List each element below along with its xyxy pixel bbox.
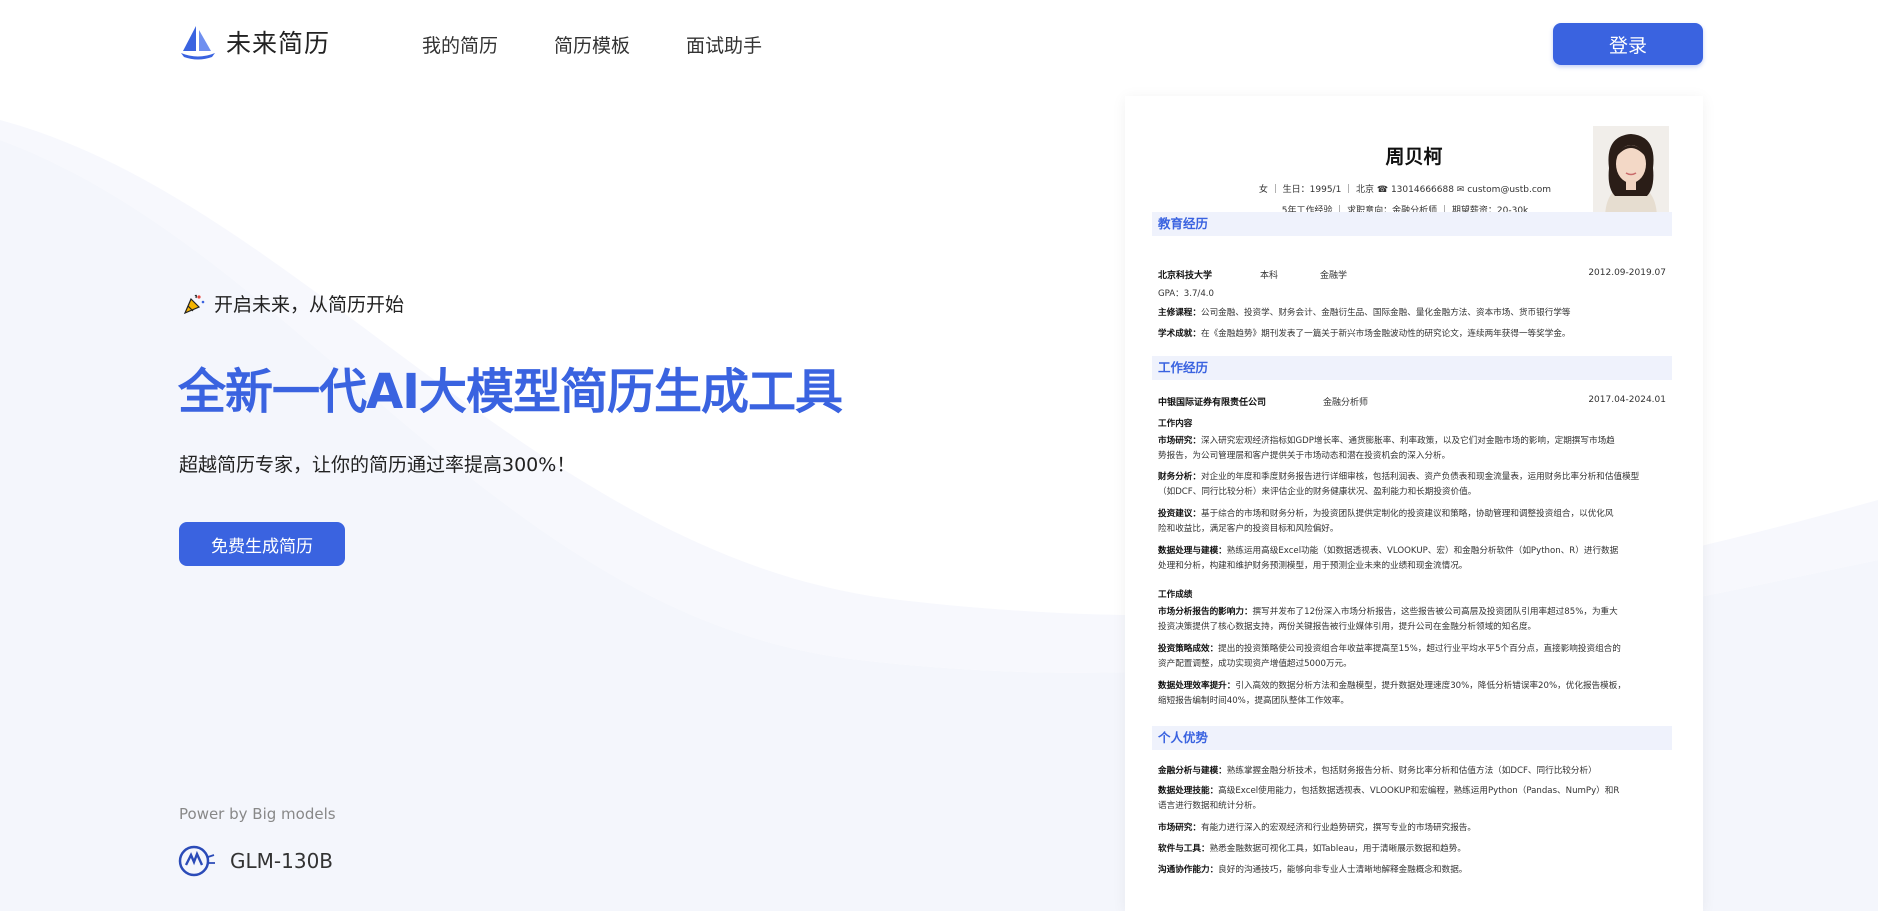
party-popper-icon	[183, 294, 205, 314]
strength-text-cont: 语言进行数据和统计分析。	[1158, 800, 1262, 811]
work-item: 投资建议：基于综合的市场和财务分析，为投资团队提供定制化的投资建议和策略，协助管…	[1158, 507, 1666, 536]
item-label: 数据处理与建模：	[1158, 546, 1227, 556]
glm-logo-icon	[178, 845, 215, 877]
item-text-cont: （如DCF、同行比较分析）来评估企业的财务健康状况、盈利能力和长期投资价值。	[1158, 486, 1477, 497]
strength-label: 市场研究：	[1158, 823, 1201, 833]
result-text: 撰写并发布了12份深入市场分析报告，这些报告被公司高层及投资团队引用率超过85%…	[1252, 607, 1618, 617]
item-label: 投资建议：	[1158, 509, 1201, 519]
resume-preview[interactable]: 周贝柯 女 ｜ 生日：1995/1 ｜ 北京 ☎ 13014666688 ✉ c…	[1125, 96, 1703, 911]
item-text: 熟练运用高级Excel功能（如数据透视表、VLOOKUP、宏）和金融分析软件（如…	[1226, 546, 1619, 556]
strength-text: 熟悉金融数据可视化工具，如Tableau，用于清晰展示数据和趋势。	[1209, 844, 1466, 854]
profile-photo	[1593, 126, 1669, 219]
nav-resume-templates[interactable]: 简历模板	[554, 31, 630, 58]
honors-text: 在《金融趋势》期刊发表了一篇关于新兴市场金融波动性的研究论文，连续两年获得一等奖…	[1200, 329, 1571, 339]
model-name: GLM-130B	[230, 849, 334, 873]
work-dates: 2017.04-2024.01	[1588, 395, 1666, 405]
item-text: 对企业的年度和季度财务报告进行详细审核，包括利润表、资产负债表和现金流量表，运用…	[1200, 472, 1640, 482]
honors: 学术成就：在《金融趋势》期刊发表了一篇关于新兴市场金融波动性的研究论文，连续两年…	[1158, 327, 1666, 342]
courses: 主修课程：公司金融、投资学、财务会计、金融衍生品、国际金融、量化金融方法、资本市…	[1158, 306, 1666, 321]
result-text-cont: 资产配置调整，成功实现资产增值超过5000万元。	[1158, 658, 1352, 669]
gpa: GPA：3.7/4.0	[1158, 289, 1214, 299]
education-dates: 2012.09-2019.07	[1588, 268, 1666, 278]
model-badge: GLM-130B	[178, 845, 333, 877]
result-label: 投资策略成效：	[1158, 644, 1219, 654]
job-role: 金融分析师	[1323, 398, 1369, 408]
item-text-cont: 险和收益比，满足客户的投资目标和风险偏好。	[1158, 523, 1339, 534]
degree: 本科	[1260, 271, 1279, 281]
result-item: 投资策略成效：提出的投资策略使公司投资组合年收益率提高至15%，超过行业平均水平…	[1158, 642, 1666, 671]
courses-label: 主修课程：	[1158, 308, 1201, 318]
brand-name: 未来简历	[226, 29, 331, 58]
item-text: 基于综合的市场和财务分析，为投资团队提供定制化的投资建议和策略，协助管理和调整投…	[1200, 509, 1614, 519]
company-name: 中银国际证券有限责任公司	[1158, 398, 1267, 408]
main-nav: 我的简历 简历模板 面试助手	[422, 31, 762, 58]
generate-resume-button[interactable]: 免费生成简历	[179, 522, 345, 566]
login-button[interactable]: 登录	[1553, 23, 1703, 65]
education-row: 北京科技大学 本科 金融学 2012.09-2019.07	[1158, 268, 1666, 281]
sailboat-icon	[181, 26, 215, 60]
work-item: 数据处理与建模：熟练运用高级Excel功能（如数据透视表、VLOOKUP、宏）和…	[1158, 544, 1666, 573]
power-by-text: Power by Big models	[179, 805, 336, 823]
work-row: 中银国际证券有限责任公司 金融分析师 2017.04-2024.01	[1158, 395, 1666, 408]
result-text-cont: 投资决策提供了核心数据支持，两份关键报告被行业媒体引用，提升公司在金融分析领域的…	[1158, 621, 1537, 632]
strength-text: 熟练掌握金融分析技术，包括财务报告分析、财务比率分析和估值方法（如DCF、同行比…	[1226, 766, 1597, 776]
work-results-head: 工作成绩	[1158, 590, 1193, 600]
strength-label: 软件与工具：	[1158, 844, 1210, 854]
hero-headline: 全新一代AI大模型简历生成工具	[178, 364, 843, 420]
item-text: 深入研究宏观经济指标如GDP增长率、通货膨胀率、利率政策，以及它们对金融市场的影…	[1200, 436, 1615, 446]
work-item: 财务分析：对企业的年度和季度财务报告进行详细审核，包括利润表、资产负债表和现金流…	[1158, 470, 1666, 499]
brand-logo[interactable]: 未来简历	[180, 24, 330, 60]
tagline-text: 开启未来，从简历开始	[214, 294, 405, 316]
result-label: 市场分析报告的影响力：	[1158, 607, 1253, 617]
courses-text: 公司金融、投资学、财务会计、金融衍生品、国际金融、量化金融方法、资本市场、货币银…	[1200, 308, 1571, 318]
section-education: 教育经历	[1152, 212, 1672, 236]
strength-text: 有能力进行深入的宏观经济和行业趋势研究，撰写专业的市场研究报告。	[1200, 823, 1476, 833]
item-label: 市场研究：	[1158, 436, 1201, 446]
result-label: 数据处理效率提升：	[1158, 681, 1236, 691]
strength-item: 市场研究：有能力进行深入的宏观经济和行业趋势研究，撰写专业的市场研究报告。	[1158, 821, 1666, 836]
strength-text: 良好的沟通技巧，能够向非专业人士清晰地解释金融概念和数据。	[1218, 865, 1468, 875]
section-work: 工作经历	[1152, 356, 1672, 380]
result-item: 数据处理效率提升：引入高效的数据分析方法和金融模型，提升数据处理速度30%，降低…	[1158, 679, 1666, 708]
result-text: 引入高效的数据分析方法和金融模型，提升数据处理速度30%，降低分析错误率20%，…	[1235, 681, 1626, 691]
strength-item: 沟通协作能力：良好的沟通技巧，能够向非专业人士清晰地解释金融概念和数据。	[1158, 863, 1666, 878]
honors-label: 学术成就：	[1158, 329, 1201, 339]
work-item: 市场研究：深入研究宏观经济指标如GDP增长率、通货膨胀率、利率政策，以及它们对金…	[1158, 434, 1666, 463]
strength-item: 数据处理技能：高级Excel使用能力，包括数据透视表、VLOOKUP和宏编程，熟…	[1158, 784, 1666, 813]
hero-subline: 超越简历专家，让你的简历通过率提高300%！	[179, 454, 576, 476]
section-strengths: 个人优势	[1152, 726, 1672, 750]
work-content-head: 工作内容	[1158, 419, 1193, 429]
strength-text: 高级Excel使用能力，包括数据透视表、VLOOKUP和宏编程，熟练运用Pyth…	[1218, 786, 1620, 796]
nav-interview-assistant[interactable]: 面试助手	[686, 31, 762, 58]
nav-my-resume[interactable]: 我的简历	[422, 31, 498, 58]
result-text: 提出的投资策略使公司投资组合年收益率提高至15%，超过行业平均水平5个百分点，直…	[1218, 644, 1621, 654]
strength-item: 软件与工具：熟悉金融数据可视化工具，如Tableau，用于清晰展示数据和趋势。	[1158, 842, 1666, 857]
strength-item: 金融分析与建模：熟练掌握金融分析技术，包括财务报告分析、财务比率分析和估值方法（…	[1158, 764, 1666, 779]
strength-label: 沟通协作能力：	[1158, 865, 1219, 875]
item-text-cont: 处理和分析，构建和维护财务预测模型，用于预测企业未来的业绩和现金流情况。	[1158, 560, 1468, 571]
strength-label: 数据处理技能：	[1158, 786, 1219, 796]
result-text-cont: 缩短报告编制时间40%，提高团队整体工作效率。	[1158, 695, 1349, 706]
school-name: 北京科技大学	[1158, 271, 1213, 281]
result-item: 市场分析报告的影响力：撰写并发布了12份深入市场分析报告，这些报告被公司高层及投…	[1158, 605, 1666, 634]
hero-tagline: 开启未来，从简历开始	[182, 290, 404, 317]
item-text-cont: 势报告，为公司管理层和客户提供关于市场动态和潜在投资机会的深入分析。	[1158, 450, 1451, 461]
major: 金融学	[1320, 271, 1348, 281]
strength-label: 金融分析与建模：	[1158, 766, 1227, 776]
item-label: 财务分析：	[1158, 472, 1201, 482]
